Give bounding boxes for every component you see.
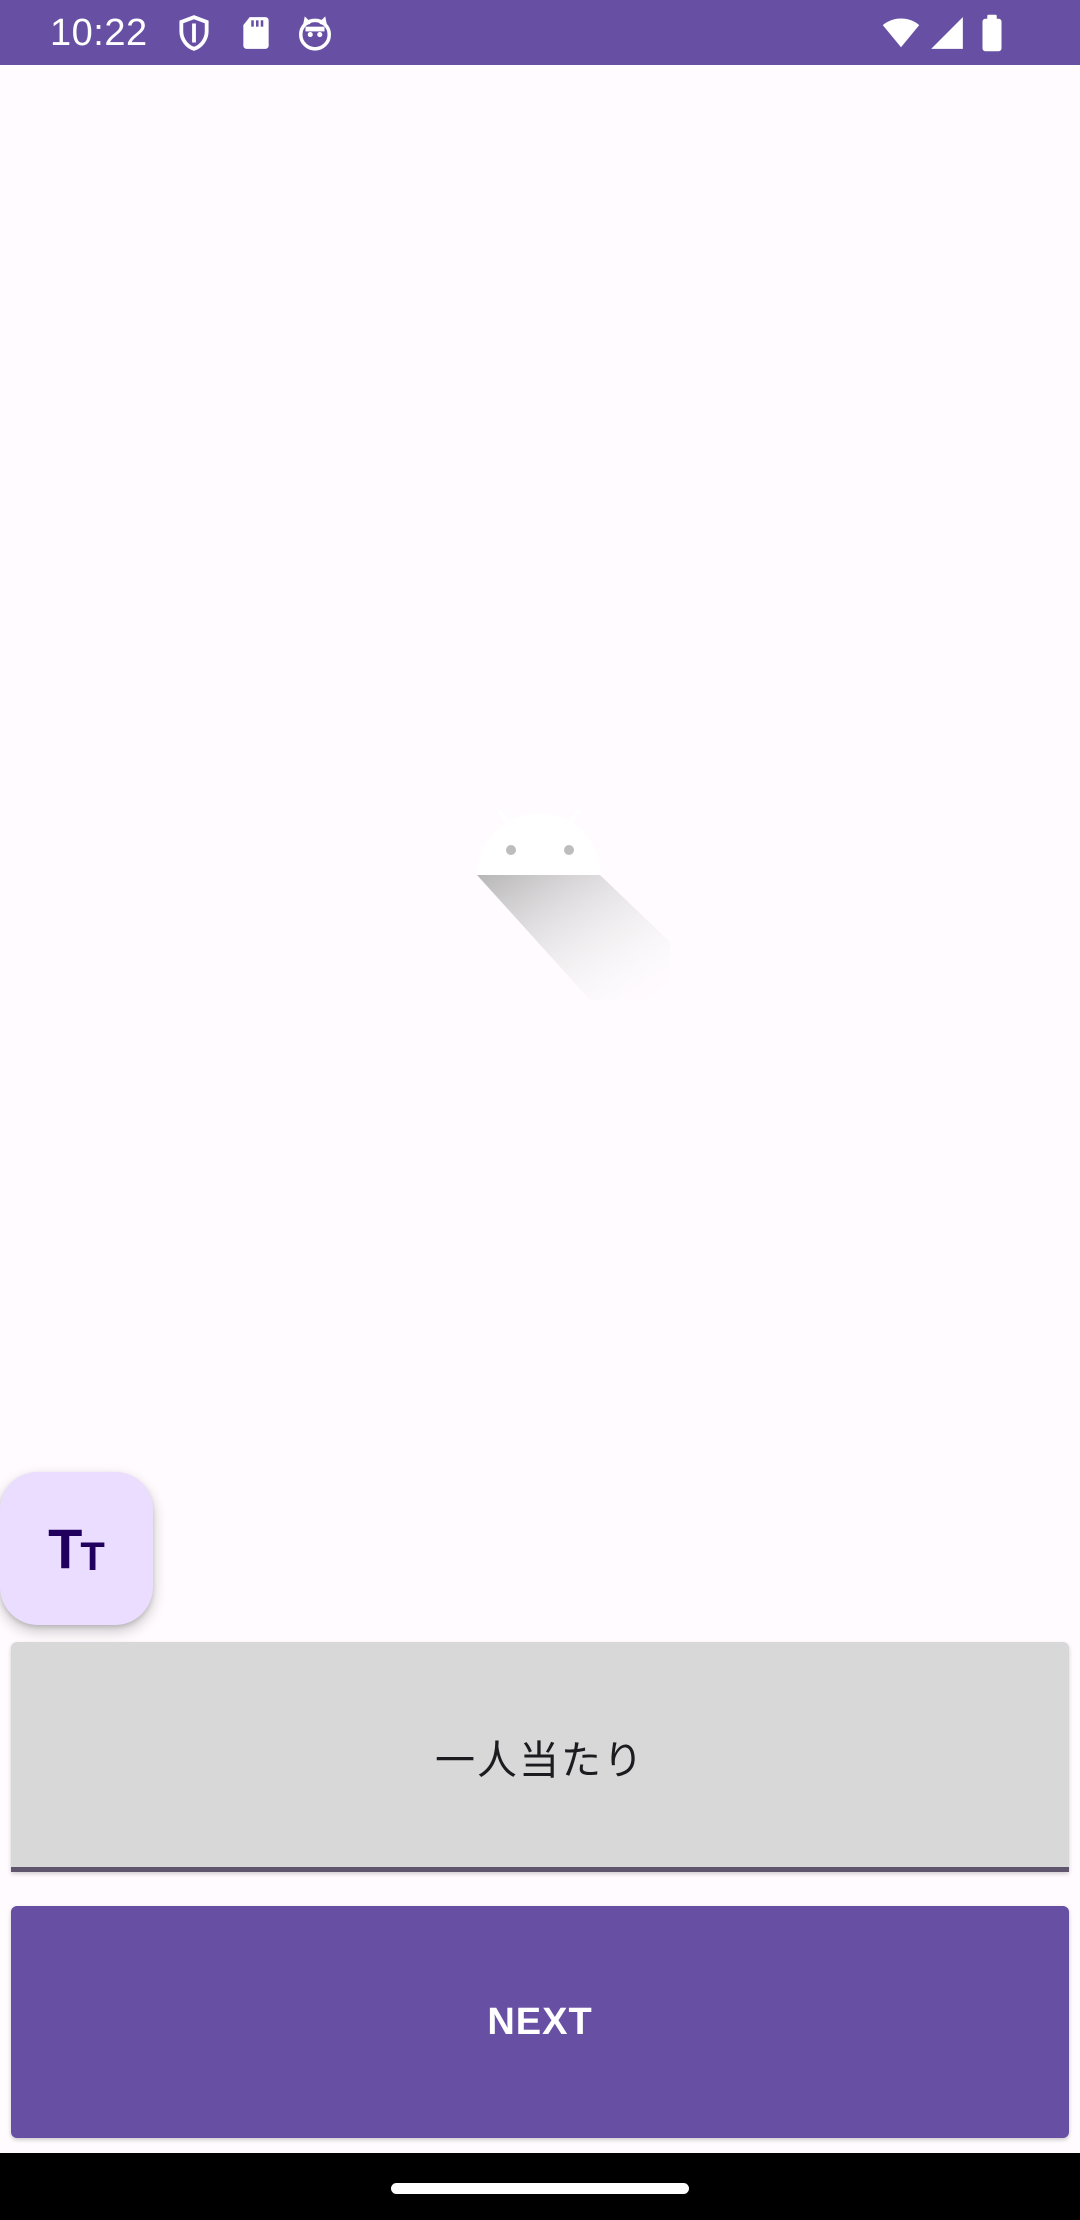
gesture-handle[interactable] <box>391 2183 689 2194</box>
text-size-fab[interactable]: TT <box>0 1472 153 1625</box>
text-input-field[interactable]: 一人当たり <box>11 1642 1069 1872</box>
screen: 10:22 T T 一人当たり NEXT <box>0 0 1080 2220</box>
next-button[interactable]: NEXT <box>11 1906 1069 2138</box>
navigation-bar <box>0 2153 1080 2220</box>
wifi-icon <box>880 14 922 52</box>
android-icon <box>470 800 670 1000</box>
next-button-label: NEXT <box>487 2000 593 2043</box>
cat-face-icon <box>296 14 334 52</box>
status-time: 10:22 <box>50 12 148 54</box>
text-field-value: 一人当たり <box>435 1738 645 1784</box>
sd-card-icon <box>237 14 275 52</box>
cell-signal-icon <box>928 14 966 52</box>
shield-icon <box>175 14 213 52</box>
status-bar: 10:22 <box>0 0 1080 65</box>
battery-icon <box>978 14 1006 52</box>
text-size-icon: TT <box>48 1516 105 1580</box>
